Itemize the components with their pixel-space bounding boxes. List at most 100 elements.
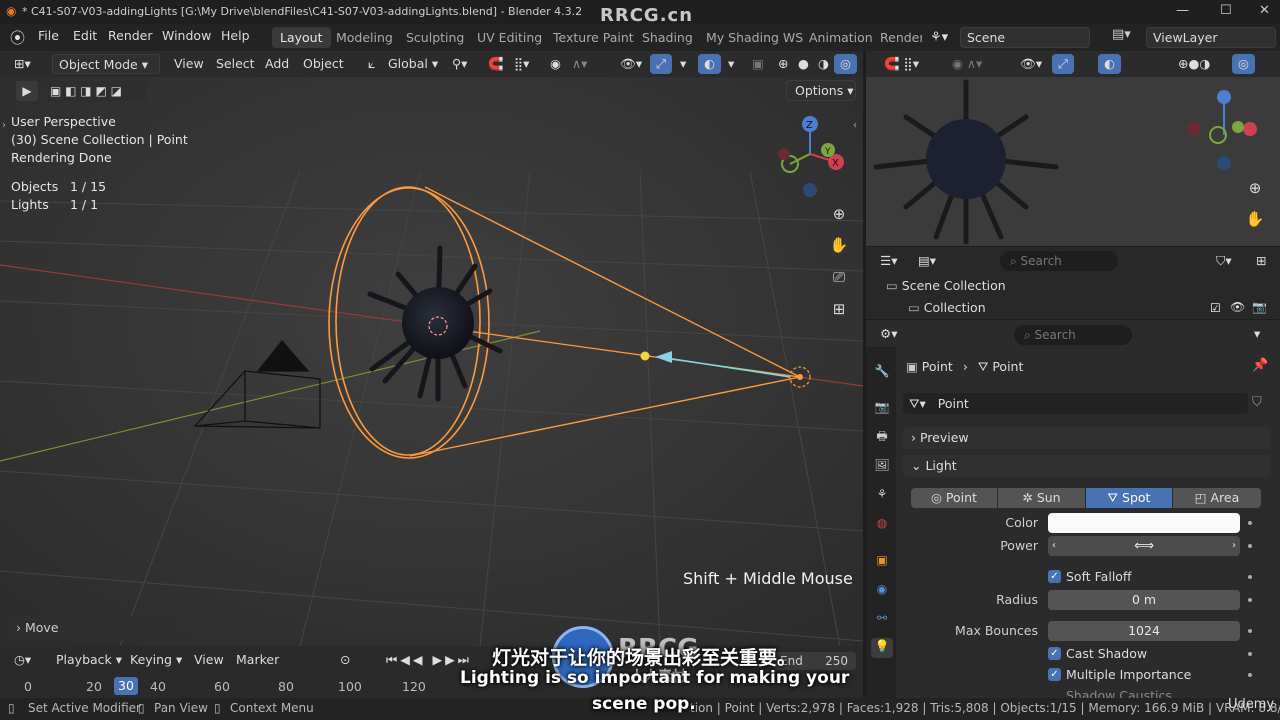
current-frame-indicator[interactable]: 30: [114, 677, 138, 695]
light-type-spot[interactable]: ⛛ Spot: [1086, 488, 1172, 508]
gizmo-dropdown-icon[interactable]: ▾: [674, 54, 692, 74]
tab-shading[interactable]: Shading: [634, 27, 701, 48]
preview-gizmo-icon[interactable]: ⤢: [1052, 54, 1075, 74]
ortho-grid-icon[interactable]: ⊞: [826, 296, 852, 322]
color-swatch[interactable]: [1048, 513, 1240, 533]
timeline-marker[interactable]: Marker: [230, 650, 285, 670]
preview-panel-header[interactable]: › Preview: [903, 427, 1271, 449]
display-mode-icon[interactable]: ▤▾: [912, 251, 942, 271]
viewport-menu-select[interactable]: Select: [210, 54, 261, 74]
preview-proportional-icon[interactable]: ◉ ∧▾: [946, 54, 988, 74]
viewport-menu-view[interactable]: View: [168, 54, 210, 74]
exclude-checkbox[interactable]: ☑: [1210, 301, 1221, 315]
keyframe-dot[interactable]: [1248, 544, 1252, 548]
properties-search[interactable]: ⌕ Search: [1014, 325, 1132, 345]
menu-window[interactable]: Window: [162, 28, 211, 43]
gizmo-toggle-icon[interactable]: ⤢: [650, 54, 673, 74]
orientation-selector[interactable]: Global ▾: [382, 54, 444, 74]
physics-tab-icon[interactable]: ◉: [874, 581, 890, 597]
timeline-editor-icon[interactable]: ◷▾: [8, 650, 37, 670]
navigation-gizmo[interactable]: Z X Y: [770, 112, 850, 202]
viewport-menu-object[interactable]: Object: [297, 54, 350, 74]
menu-file[interactable]: File: [38, 28, 59, 43]
tab-animation[interactable]: Animation: [801, 27, 881, 48]
xray-icon[interactable]: ▣: [746, 54, 770, 74]
preview-overlay-icon[interactable]: ◐: [1098, 54, 1121, 74]
overlay-dropdown-icon[interactable]: ▾: [722, 54, 740, 74]
toolbar-toggle-icon[interactable]: ›: [2, 120, 6, 131]
preview-visibility-icon[interactable]: 👁▾: [1014, 54, 1048, 74]
minimize-icon[interactable]: —: [1176, 3, 1189, 18]
properties-editor-icon[interactable]: ⚙▾: [874, 324, 903, 344]
tool-tab-icon[interactable]: 🔧: [874, 363, 890, 379]
shading-material-icon[interactable]: ◑: [812, 54, 835, 74]
overlay-toggle-icon[interactable]: ◐: [698, 54, 721, 74]
shading-rendered-icon[interactable]: ◎: [834, 54, 857, 74]
light-panel-header[interactable]: ⌄ Light: [903, 455, 1271, 477]
power-field[interactable]: ‹ ⟺ ›: [1048, 536, 1240, 556]
increment-icon[interactable]: ›: [1232, 536, 1236, 556]
keyframe-dot[interactable]: [1248, 598, 1252, 602]
multiple-importance-checkbox[interactable]: ✓: [1048, 668, 1061, 681]
preview-zoom-icon[interactable]: ⊕: [1242, 175, 1268, 201]
light-type-point[interactable]: ◎ Point: [911, 488, 997, 508]
view-layer-selector[interactable]: ViewLayer: [1146, 27, 1276, 48]
keyframe-dot[interactable]: [1248, 652, 1252, 656]
tab-modeling[interactable]: Modeling: [328, 27, 401, 48]
editor-type-icon[interactable]: ⊞▾: [8, 54, 37, 74]
select-mode-buttons[interactable]: ▣ ◧ ◨ ◩ ◪: [46, 81, 146, 101]
preview-rendered-icon[interactable]: ◎: [1232, 54, 1255, 74]
snap-icon[interactable]: 🧲: [482, 54, 510, 74]
keyframe-dot[interactable]: [1248, 629, 1252, 633]
filter-icon[interactable]: ⛉▾: [1210, 251, 1238, 271]
cast-shadow-checkbox[interactable]: ✓: [1048, 647, 1061, 660]
sidebar-toggle-icon[interactable]: ‹: [853, 120, 857, 131]
tab-uv-editing[interactable]: UV Editing: [469, 27, 550, 48]
tab-my-shading-ws[interactable]: My Shading WS: [698, 27, 811, 48]
world-tab-icon[interactable]: ◍: [874, 515, 890, 531]
playback-controls[interactable]: ⏮◀◀ ▶▶⏭: [380, 650, 478, 670]
outliner-search[interactable]: ⌕ Search: [1000, 251, 1118, 271]
render-camera-icon[interactable]: 📷: [1252, 300, 1267, 314]
menu-edit[interactable]: Edit: [73, 28, 97, 43]
outliner-collection[interactable]: ▭ Collection: [908, 300, 986, 315]
new-collection-icon[interactable]: ⊞: [1250, 251, 1272, 271]
pan-hand-icon[interactable]: ✋: [826, 232, 852, 258]
record-icon[interactable]: ⊙: [334, 650, 356, 670]
blender-menu-icon[interactable]: ⦿: [10, 27, 25, 48]
object-tab-icon[interactable]: ▣: [874, 552, 890, 568]
light-type-area[interactable]: ◰ Area: [1173, 488, 1261, 508]
outliner-editor-icon[interactable]: ☰▾: [874, 251, 903, 271]
fake-user-icon[interactable]: ⛉: [1252, 395, 1262, 410]
camera-view-icon[interactable]: ⎚: [826, 264, 852, 290]
select-tool-icon[interactable]: ▶: [16, 81, 38, 101]
timeline-keying[interactable]: Keying ▾: [124, 650, 188, 670]
keyframe-dot[interactable]: [1248, 521, 1252, 525]
soft-falloff-checkbox[interactable]: ✓: [1048, 570, 1061, 583]
light-type-sun[interactable]: ✲ Sun: [998, 488, 1085, 508]
options-button[interactable]: Options ▾: [786, 80, 856, 101]
max-bounces-field[interactable]: 1024: [1048, 621, 1240, 641]
preview-shading-icons[interactable]: ⊕●◑: [1172, 54, 1216, 74]
visibility-icon[interactable]: 👁▾: [614, 54, 648, 74]
keyframe-dot[interactable]: [1248, 575, 1252, 579]
mode-selector[interactable]: Object Mode ▾: [52, 54, 160, 74]
view-layer-tab-icon[interactable]: 🖼: [874, 457, 890, 473]
zoom-icon[interactable]: ⊕: [826, 201, 852, 227]
falloff-icon[interactable]: ∧▾: [566, 54, 593, 74]
pivot-icon[interactable]: ⚲▾: [446, 54, 473, 74]
tab-texture-paint[interactable]: Texture Paint: [545, 27, 642, 48]
snap-target-icon[interactable]: ⣿▾: [508, 54, 535, 74]
menu-render[interactable]: Render: [108, 28, 153, 43]
view-layer-icon[interactable]: ▤▾: [1112, 27, 1131, 42]
radius-field[interactable]: 0 m: [1048, 590, 1240, 610]
menu-help[interactable]: Help: [221, 28, 250, 43]
tab-sculpting[interactable]: Sculpting: [398, 27, 472, 48]
scene-selector[interactable]: Scene: [960, 27, 1090, 48]
timeline-playback[interactable]: Playback ▾: [50, 650, 128, 670]
properties-options-icon[interactable]: ▾: [1248, 324, 1266, 344]
maximize-icon[interactable]: ☐: [1220, 3, 1232, 18]
tab-render[interactable]: Render: [872, 27, 922, 48]
light-target-handle[interactable]: [640, 351, 650, 361]
scene-tab-icon[interactable]: ⚘: [874, 486, 890, 502]
